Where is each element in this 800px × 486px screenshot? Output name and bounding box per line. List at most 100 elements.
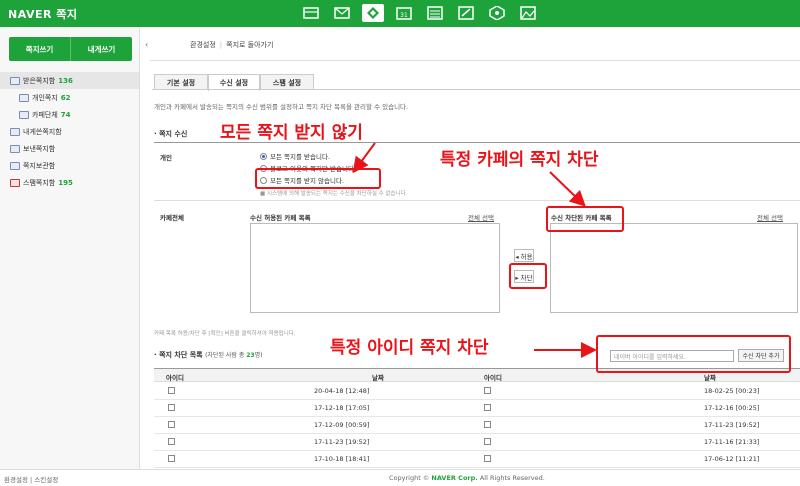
sent-icon (10, 144, 20, 153)
inbox-icon (10, 76, 20, 85)
allowed-cafe-title: 수신 허용된 카페 목록 (250, 214, 311, 222)
footer-settings-link[interactable]: 환경설정 (4, 476, 28, 484)
receive-section-title: · 쪽지 수신 (154, 130, 188, 138)
row-date: 17-11-23 [19:52] (314, 438, 370, 446)
unread-count: 136 (58, 76, 73, 85)
breadcrumb-separator: | (219, 41, 223, 49)
row-checkbox[interactable] (484, 387, 491, 394)
tab-spam[interactable]: 스팸 설정 (260, 74, 314, 90)
row-checkbox[interactable] (168, 455, 175, 462)
row-date: 17-12-09 [00:59] (314, 421, 370, 429)
row-checkbox[interactable] (484, 455, 491, 462)
sidebar-item-self-sent[interactable]: 내게쓴쪽지함 (0, 123, 139, 140)
list-icon[interactable] (424, 4, 446, 22)
select-all-blocked-link[interactable]: 전체 선택 (757, 212, 783, 222)
top-bar: NAVER 쪽지 31 (0, 0, 800, 27)
highlight-block-button (509, 263, 547, 289)
row-checkbox[interactable] (168, 438, 175, 445)
select-all-allowed-link[interactable]: 전체 선택 (468, 212, 494, 222)
allowed-cafe-list[interactable] (250, 223, 500, 313)
annotation-receive-none: 모든 쪽지 받지 않기 (220, 123, 363, 143)
row-date: 17-11-23 [19:52] (704, 421, 760, 429)
blocked-cafe-list[interactable] (550, 223, 798, 313)
footer-links: 환경설정 | 스킨설정 (4, 476, 59, 484)
breadcrumb: 환경설정 | 쪽지로 돌아가기 (190, 40, 273, 50)
table-row: 17-12-18 [17:05] 17-12-16 [00:25] (154, 400, 800, 417)
sidebar-item-label: 내게쓴쪽지함 (23, 127, 62, 136)
sidebar-item-personal[interactable]: 개인쪽지 62 (0, 89, 139, 106)
edit-icon[interactable] (455, 4, 477, 22)
option-receive-all[interactable]: 모든 쪽지를 받습니다. (260, 151, 330, 161)
tab-basic[interactable]: 기본 설정 (154, 74, 208, 90)
mail-box-icon[interactable] (300, 4, 322, 22)
receive-title-text: 쪽지 수신 (159, 130, 188, 138)
cafe-all-label: 카페전체 (160, 214, 184, 222)
row-date: 17-06-12 [11:21] (704, 455, 760, 463)
folder-list: 받은쪽지함 136 개인쪽지 62 카페단체 74 내게쓴쪽지함 보낸쪽지함 쪽… (0, 72, 139, 191)
sidebar-item-label: 카페단체 (32, 110, 58, 119)
chevron-left-icon[interactable]: ‹ (145, 40, 148, 49)
envelope-icon[interactable] (331, 4, 353, 22)
sidebar-item-inbox[interactable]: 받은쪽지함 136 (0, 72, 139, 89)
row-date: 17-10-18 [18:41] (314, 455, 370, 463)
sidebar-item-spam[interactable]: 스팸쪽지함 195 (0, 174, 139, 191)
row-checkbox[interactable] (168, 387, 175, 394)
row-checkbox[interactable] (168, 421, 175, 428)
divider (150, 60, 800, 61)
highlight-id-block (596, 335, 791, 373)
person-icon (19, 93, 29, 102)
block-list-title: · 쪽지 차단 목록 (차단된 사람 총 23명) (154, 351, 263, 359)
col-date-right: 날짜 (704, 374, 716, 382)
footer: 환경설정 | 스킨설정 Copyright © NAVER Corp. All … (0, 469, 800, 486)
cafe-icon[interactable] (486, 4, 508, 22)
photo-icon[interactable] (517, 4, 539, 22)
row-checkbox[interactable] (484, 421, 491, 428)
copyright-prefix: Copyright © (389, 474, 432, 482)
sidebar: 쪽지쓰기 내게쓰기 받은쪽지함 136 개인쪽지 62 카페단체 74 내게쓴쪽… (0, 27, 140, 469)
sidebar-item-label: 스팸쪽지함 (23, 178, 56, 187)
write-note-button[interactable]: 쪽지쓰기 (9, 37, 70, 61)
back-to-notes-link[interactable]: 쪽지로 돌아가기 (226, 41, 273, 49)
table-row: 17-11-23 [19:52] 17-11-16 [21:33] (154, 434, 800, 451)
sidebar-item-sent[interactable]: 보낸쪽지함 (0, 140, 139, 157)
compose-buttons: 쪽지쓰기 내게쓰기 (9, 37, 132, 61)
annotation-id-block: 특정 아이디 쪽지 차단 (330, 338, 489, 358)
highlight-receive-none (255, 168, 381, 189)
col-id-left: 아이디 (166, 374, 184, 382)
allow-button[interactable]: ◂ 허용 (514, 249, 534, 262)
radio-button[interactable] (260, 152, 267, 160)
main-content: 환경설정 | 쪽지로 돌아가기 기본 설정 수신 설정 스팸 설정 개인과 카페에서… (150, 27, 800, 469)
unread-count: 62 (60, 93, 71, 102)
table-row: 17-12-09 [00:59] 17-11-23 [19:52] (154, 417, 800, 434)
row-date: 17-12-18 [17:05] (314, 404, 370, 412)
sidebar-item-label: 쪽지보관함 (23, 161, 56, 170)
sidebar-item-cafe-group[interactable]: 카페단체 74 (0, 106, 139, 123)
row-date: 17-12-16 [00:25] (704, 404, 760, 412)
divider (154, 200, 800, 201)
block-title-text: 쪽지 차단 목록 (159, 351, 203, 359)
calendar-icon[interactable]: 31 (393, 4, 415, 22)
unread-count: 74 (60, 110, 71, 119)
system-note: ■ 시스템에 의해 발송되는 쪽지는 수신을 차단하실 수 없습니다. (260, 191, 408, 197)
naver-logo[interactable]: NAVER 쪽지 (8, 6, 78, 22)
personal-label: 개인 (160, 154, 172, 162)
sidebar-item-archive[interactable]: 쪽지보관함 (0, 157, 139, 174)
sidebar-item-label: 받은쪽지함 (23, 76, 56, 85)
unread-count: 195 (58, 178, 73, 187)
company-name[interactable]: NAVER Corp. (431, 474, 477, 482)
svg-text:31: 31 (400, 12, 408, 19)
row-checkbox[interactable] (168, 404, 175, 411)
highlight-blocked-cafe (546, 206, 624, 232)
row-date: 18-02-25 [00:23] (704, 387, 760, 395)
app-icons: 31 (300, 4, 539, 22)
breadcrumb-current: 환경설정 (190, 41, 216, 49)
write-to-me-button[interactable]: 내게쓰기 (70, 37, 132, 61)
row-checkbox[interactable] (484, 404, 491, 411)
note-icon[interactable] (362, 4, 384, 22)
block-count-text: (차단된 사람 총 23명) (205, 352, 262, 359)
footer-skin-link[interactable]: 스킨설정 (34, 476, 58, 484)
col-id-right: 아이디 (484, 374, 502, 382)
row-checkbox[interactable] (484, 438, 491, 445)
table-row: 17-10-18 [18:41] 17-06-12 [11:21] (154, 451, 800, 468)
sidebar-item-label: 개인쪽지 (32, 93, 58, 102)
